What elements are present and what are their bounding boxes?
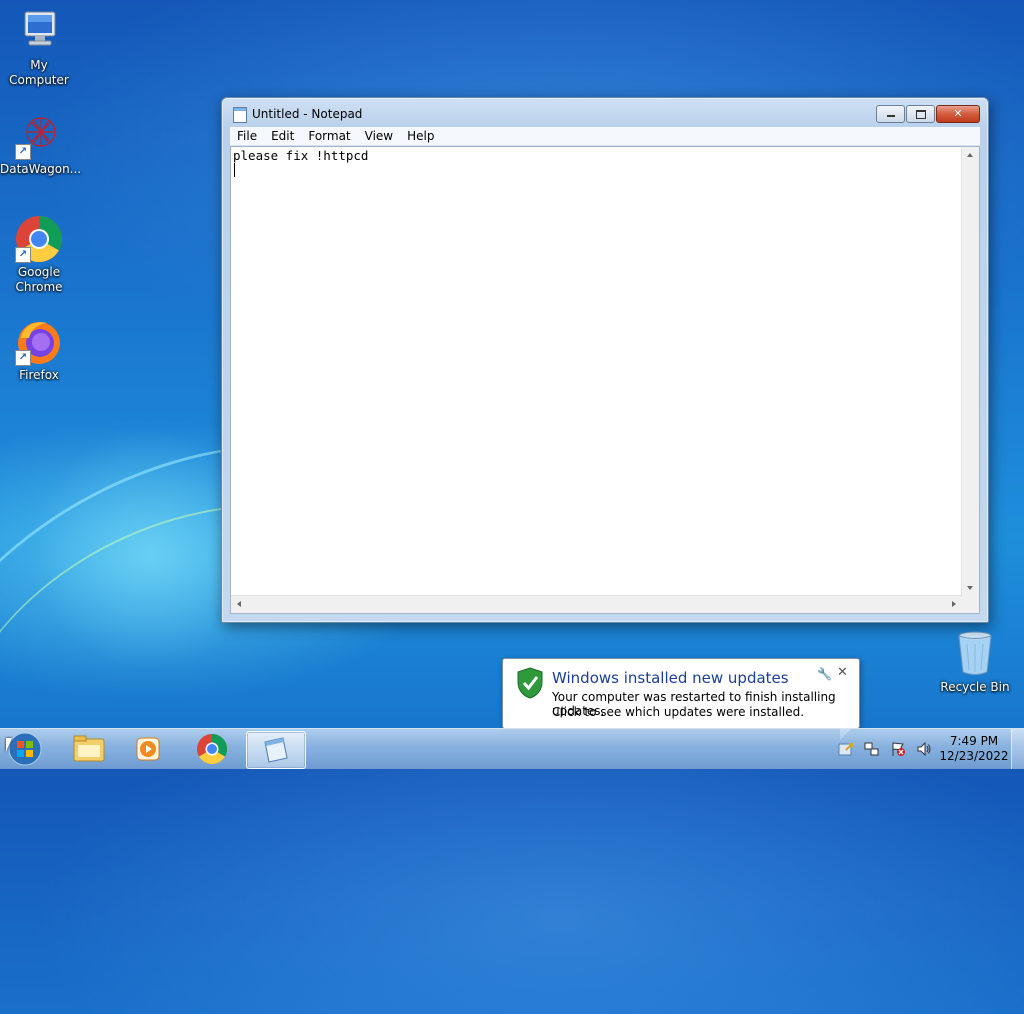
security-shield-icon [516, 667, 544, 699]
desktop-icon-label: Google Chrome [15, 265, 63, 294]
scroll-right-icon[interactable] [952, 601, 956, 607]
text-caret [234, 163, 235, 177]
system-tray [838, 737, 942, 761]
maximize-icon [915, 109, 926, 119]
menu-help[interactable]: Help [400, 127, 441, 145]
menu-edit[interactable]: Edit [264, 127, 301, 145]
desktop-icon-firefox[interactable]: ↗ Firefox [0, 318, 78, 383]
taskbar-notepad[interactable] [246, 731, 306, 769]
maximize-button[interactable] [906, 105, 935, 123]
shortcut-arrow-icon: ↗ [15, 350, 31, 366]
media-player-icon [136, 737, 160, 761]
menu-file[interactable]: File [230, 127, 264, 145]
datawagon-icon: ↗ [15, 112, 63, 160]
horizontal-scrollbar[interactable] [231, 595, 962, 613]
close-icon: ✕ [953, 107, 963, 120]
network-icon[interactable] [864, 741, 880, 757]
desktop-icon-label: Firefox [19, 368, 59, 382]
clock-date: 12/23/2022 [939, 749, 1009, 763]
computer-icon [15, 8, 63, 56]
scroll-down-icon[interactable] [967, 586, 973, 590]
window-controls: ✕ [875, 105, 980, 123]
window-title: Untitled - Notepad [252, 107, 363, 121]
close-button[interactable]: ✕ [936, 105, 980, 123]
clock-time: 7:49 PM [949, 734, 999, 748]
taskbar-media-player[interactable] [120, 731, 178, 767]
windows-update-tray-icon[interactable] [838, 741, 854, 757]
wrench-icon[interactable]: 🔧 [817, 667, 832, 681]
editor-content[interactable]: please fix !httpcd [233, 148, 368, 163]
notification-line-2: Click to see which updates were installe… [552, 705, 805, 719]
desktop-icon-datawagon[interactable]: ↗ DataWagon... [0, 112, 82, 177]
shortcut-arrow-icon: ↗ [15, 247, 31, 263]
shortcut-arrow-icon: ↗ [15, 144, 31, 160]
desktop-icon-label: DataWagon... [0, 162, 82, 176]
desktop-icon-label: My Computer [9, 58, 69, 87]
firefox-icon: ↗ [15, 318, 63, 366]
mouse-cursor-icon [6, 738, 12, 752]
recycle-bin-icon [951, 630, 999, 678]
folder-icon [73, 735, 105, 762]
menu-bar: File Edit Format View Help [230, 127, 980, 146]
desktop-icon-label: Recycle Bin [940, 680, 1010, 694]
taskbar-explorer[interactable] [60, 731, 118, 767]
chrome-icon [197, 733, 227, 765]
menu-format[interactable]: Format [301, 127, 357, 145]
scroll-left-icon[interactable] [237, 601, 241, 607]
text-editor[interactable]: please fix !httpcd [230, 146, 980, 614]
notepad-icon [233, 107, 247, 123]
notification-title: Windows installed new updates [552, 669, 789, 687]
taskbar: 7:49 PM 12/23/2022 [0, 728, 1024, 769]
taskbar-chrome[interactable] [183, 731, 241, 767]
chrome-icon: ↗ [15, 215, 63, 263]
minimize-button[interactable] [876, 105, 905, 123]
notepad-icon [264, 737, 288, 763]
desktop-icon-recycle-bin[interactable]: Recycle Bin [936, 630, 1014, 695]
menu-view[interactable]: View [358, 127, 400, 145]
notepad-window[interactable]: Untitled - Notepad ✕ File Edit Format View H… [221, 97, 989, 623]
notification-close-icon[interactable]: ✕ [837, 665, 848, 680]
desktop-icon-my-computer[interactable]: My Computer [0, 8, 78, 88]
show-desktop-button[interactable] [1011, 729, 1024, 769]
vertical-scrollbar[interactable] [961, 147, 979, 596]
desktop-icon-google-chrome[interactable]: ↗ Google Chrome [0, 215, 78, 295]
scroll-up-icon[interactable] [967, 153, 973, 157]
title-bar[interactable]: Untitled - Notepad ✕ [222, 98, 988, 128]
volume-icon[interactable] [916, 741, 932, 757]
taskbar-clock[interactable]: 7:49 PM 12/23/2022 [936, 734, 1012, 764]
update-notification[interactable]: Windows installed new updates Your compu… [502, 658, 860, 740]
minimize-icon [886, 115, 895, 117]
size-grip[interactable] [962, 596, 979, 613]
action-center-flag-icon[interactable] [890, 741, 906, 757]
